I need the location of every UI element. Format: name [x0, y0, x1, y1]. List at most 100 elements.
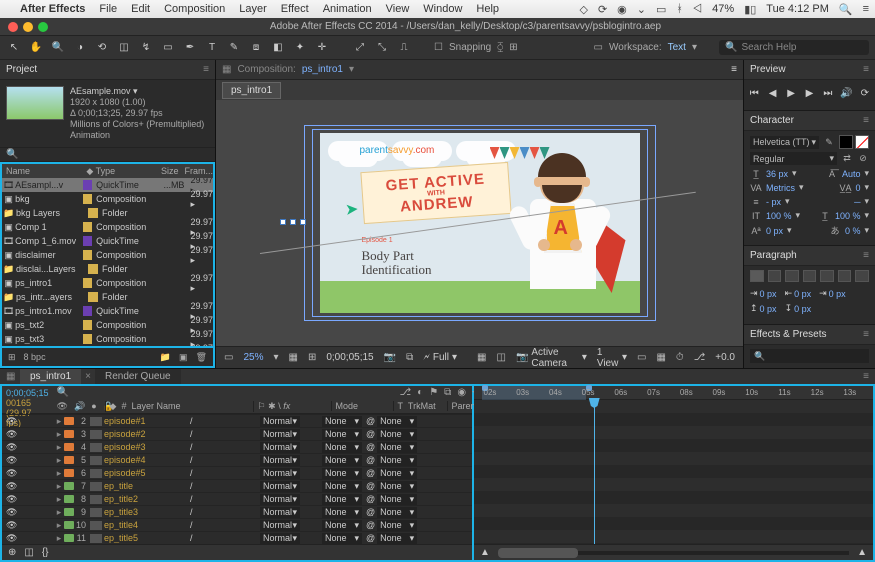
layer-switches[interactable]: / — [182, 507, 260, 517]
track-matte-dropdown[interactable]: None ▾ — [322, 442, 362, 453]
indent-first-value[interactable]: 0 px — [794, 289, 811, 299]
timeline-layer-row[interactable]: 👁▸10ep_title4/Normal ▾None ▾@ None ▾ — [2, 518, 472, 531]
menu-layer[interactable]: Layer — [239, 3, 267, 15]
project-row[interactable]: ▣ps_txt2Composition29.97 ▸ — [2, 318, 213, 332]
parent-dropdown[interactable]: None ▾ — [377, 429, 417, 440]
toggle-modes-icon[interactable]: ◫ — [24, 547, 33, 558]
layer-name[interactable]: episode#2 — [104, 429, 182, 439]
zoom-window-button[interactable] — [38, 22, 48, 32]
chevron-down-icon[interactable]: ▾ — [349, 64, 354, 75]
view-axis-icon[interactable]: ⎍ — [396, 40, 412, 56]
timeline-layer-row[interactable]: 👁▸6episode#5/Normal ▾None ▾@ None ▾ — [2, 466, 472, 479]
font-style-dropdown[interactable]: Regular▾ — [750, 152, 837, 165]
timeline-layer-row[interactable]: 👁▸7ep_title/Normal ▾None ▾@ None ▾ — [2, 479, 472, 492]
font-family-dropdown[interactable]: Helvetica (TT)▾ — [750, 136, 819, 149]
track-matte-dropdown[interactable]: None ▾ — [322, 455, 362, 466]
snap-grid-icon[interactable]: ⊞ — [509, 42, 517, 53]
selection-tool-icon[interactable]: ↖ — [6, 40, 22, 56]
audio-icon[interactable]: 🔊 — [840, 86, 852, 100]
visibility-toggle[interactable]: 👁 — [6, 507, 16, 518]
no-color-icon[interactable]: ⊘ — [857, 153, 869, 164]
visibility-toggle[interactable]: 👁 — [6, 494, 16, 505]
battery-icon[interactable]: ▮▯ — [744, 3, 756, 16]
menu-help[interactable]: Help — [476, 3, 499, 15]
drive-icon[interactable]: ◇ — [579, 3, 587, 16]
visibility-toggle[interactable]: 👁 — [6, 455, 16, 466]
panel-grip-icon[interactable]: ▦ — [222, 64, 231, 75]
layer-name[interactable]: episode#1 — [104, 416, 182, 426]
twirly-icon[interactable]: ▸ — [54, 520, 64, 531]
spotlight-icon[interactable]: 🔍 — [839, 3, 853, 16]
panel-menu-icon[interactable]: ≡ — [863, 371, 869, 382]
menu-edit[interactable]: Edit — [131, 3, 150, 15]
behind-tool-icon[interactable]: ↯ — [138, 40, 154, 56]
layer-switches[interactable]: / — [182, 481, 260, 491]
hand-tool-icon[interactable]: ✋ — [28, 40, 44, 56]
timeline-layer-row[interactable]: 👁▸8ep_title2/Normal ▾None ▾@ None ▾ — [2, 492, 472, 505]
parent-dropdown[interactable]: None ▾ — [377, 468, 417, 479]
label-swatch[interactable] — [88, 264, 98, 274]
effects-title[interactable]: Effects & Presets — [750, 329, 857, 340]
menu-composition[interactable]: Composition — [164, 3, 225, 15]
pickwhip-icon[interactable]: @ — [366, 429, 375, 439]
project-row[interactable]: ▣bkgComposition29.97 ▸ — [2, 192, 213, 206]
dropdown-icon[interactable]: ⌄ — [637, 3, 646, 16]
layer-label-swatch[interactable] — [64, 456, 74, 464]
timeline-layer-row[interactable]: 👁▸2episode#1/Normal ▾None ▾@ None ▾ — [2, 414, 472, 427]
loop-icon[interactable]: ⟳ — [859, 86, 871, 100]
panel-menu-icon[interactable]: ≡ — [863, 329, 869, 340]
pickwhip-icon[interactable]: @ — [366, 481, 375, 491]
label-swatch[interactable] — [83, 334, 92, 344]
visibility-toggle[interactable]: 👁 — [6, 533, 16, 544]
parent-dropdown[interactable]: None ▾ — [377, 533, 417, 544]
twirly-icon[interactable]: ▸ — [54, 429, 64, 440]
fill-swatch[interactable] — [839, 135, 853, 149]
camera-dropdown[interactable]: 📷 Active Camera ▾ — [516, 347, 587, 369]
panel-menu-icon[interactable]: ≡ — [863, 64, 869, 75]
blend-mode-dropdown[interactable]: Normal ▾ — [260, 533, 300, 544]
timeline-layer-row[interactable]: 👁▸9ep_title3/Normal ▾None ▾@ None ▾ — [2, 505, 472, 518]
justify-all-icon[interactable] — [855, 270, 869, 282]
timeline-brace-icon[interactable]: {} — [42, 547, 49, 558]
parent-dropdown[interactable]: None ▾ — [377, 494, 417, 505]
minimize-window-button[interactable] — [23, 22, 33, 32]
kerning-value[interactable]: Metrics — [766, 183, 795, 193]
visibility-toggle[interactable]: 👁 — [6, 520, 16, 531]
layer-label-swatch[interactable] — [64, 443, 74, 451]
new-comp-icon[interactable]: ▣ — [179, 352, 188, 363]
layer-label-swatch[interactable] — [64, 534, 74, 542]
panel-menu-icon[interactable]: ≡ — [203, 64, 209, 75]
col-framerate[interactable]: Fram... — [179, 166, 214, 176]
blend-mode-dropdown[interactable]: Normal ▾ — [260, 429, 300, 440]
hide-shy-icon[interactable]: ⚑ — [429, 387, 438, 398]
track-matte-dropdown[interactable]: None ▾ — [322, 533, 362, 544]
parent-dropdown[interactable]: None ▾ — [377, 520, 417, 531]
pickwhip-icon[interactable]: @ — [366, 533, 375, 543]
track-matte-dropdown[interactable]: None ▾ — [322, 520, 362, 531]
label-swatch[interactable] — [83, 236, 92, 246]
layer-switches[interactable]: / — [182, 520, 260, 530]
track-matte-dropdown[interactable]: None ▾ — [322, 481, 362, 492]
justify-left-icon[interactable] — [803, 270, 817, 282]
blend-mode-dropdown[interactable]: Normal ▾ — [260, 494, 300, 505]
blend-mode-dropdown[interactable]: Normal ▾ — [260, 507, 300, 518]
twirly-icon[interactable]: ▸ — [54, 416, 64, 427]
project-row[interactable]: 📁bkg LayersFolder — [2, 206, 213, 220]
label-swatch[interactable] — [83, 194, 92, 204]
blend-mode-dropdown[interactable]: Normal ▾ — [260, 442, 300, 453]
timeline-layer-row[interactable]: 👁▸4episode#3/Normal ▾None ▾@ None ▾ — [2, 440, 472, 453]
timecode-display[interactable]: 0;00;05;15 — [326, 352, 373, 363]
track-matte-dropdown[interactable]: None ▾ — [322, 429, 362, 440]
justify-center-icon[interactable] — [820, 270, 834, 282]
project-row[interactable]: ▣disclaimerComposition29.97 ▸ — [2, 248, 213, 262]
col-name[interactable]: Name — [2, 166, 86, 176]
time-nav-slider[interactable] — [498, 551, 849, 555]
visibility-toggle[interactable]: 👁 — [6, 468, 16, 479]
render-queue-tab[interactable]: Render Queue — [95, 369, 181, 384]
exposure-value[interactable]: +0.0 — [715, 352, 735, 363]
sync-icon[interactable]: ⟳ — [598, 3, 607, 16]
blend-mode-dropdown[interactable]: Normal ▾ — [260, 481, 300, 492]
snapping-toggle[interactable]: ☐ Snapping ⧲ ⊞ — [434, 42, 518, 53]
cc-icon[interactable]: ◉ — [617, 3, 627, 16]
indent-right-value[interactable]: 0 px — [829, 289, 846, 299]
